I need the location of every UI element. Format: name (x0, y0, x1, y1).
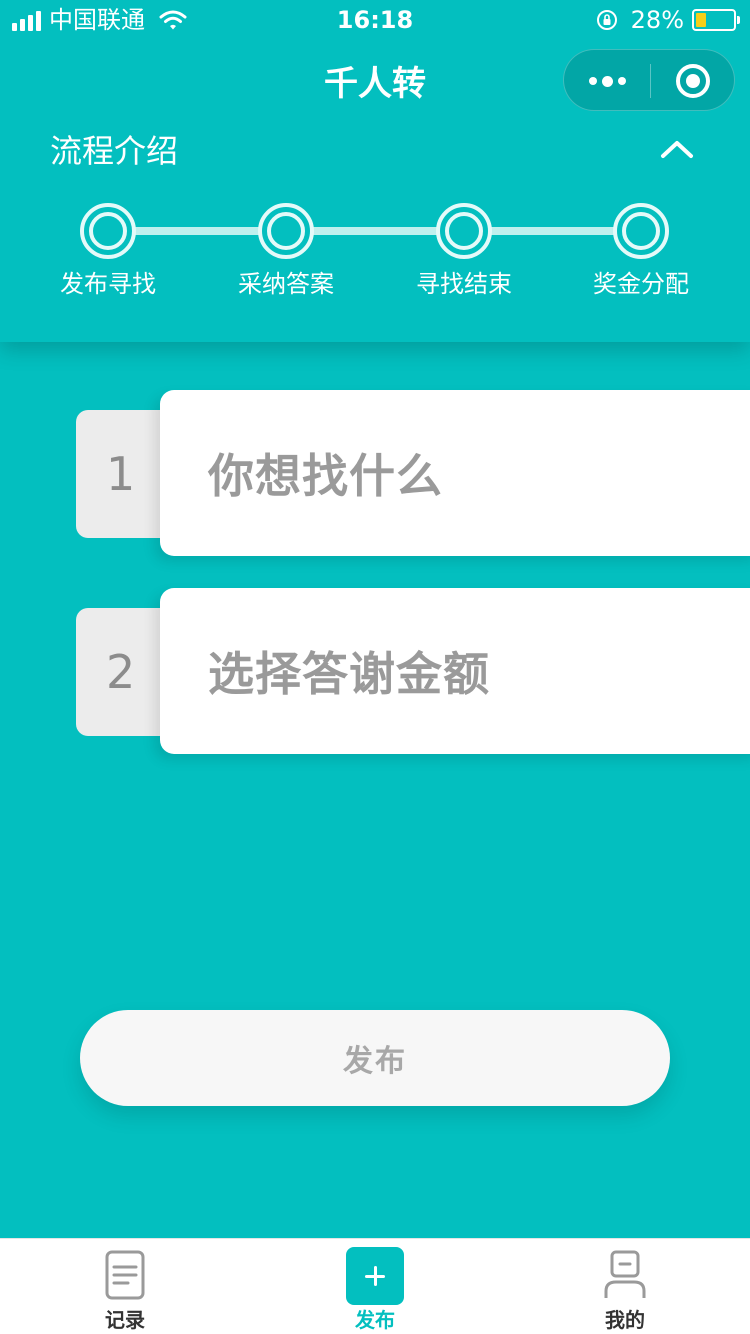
status-right: 28% (595, 6, 740, 34)
header-content: 中国联通 16:18 28% 千人转 流程介绍 发布寻找 采纳答案 寻找结束 奖… (0, 0, 750, 1334)
battery-icon (692, 9, 740, 31)
step-circle-icon (436, 203, 492, 259)
step-circle-icon (613, 203, 669, 259)
step-publish: 发布寻找 (38, 203, 178, 299)
step-label: 奖金分配 (593, 270, 689, 298)
close-miniapp-icon[interactable] (676, 64, 710, 98)
more-button[interactable] (564, 50, 650, 112)
status-bar: 中国联通 16:18 28% (0, 0, 750, 40)
battery-fill (696, 13, 706, 27)
step-label: 寻找结束 (416, 270, 512, 298)
step-circle-icon (258, 203, 314, 259)
more-dot-icon (617, 77, 626, 85)
step-finish: 寻找结束 (394, 203, 534, 299)
chevron-up-icon[interactable] (660, 134, 694, 164)
step-label: 发布寻找 (60, 270, 156, 298)
more-dot-icon (601, 75, 613, 87)
step-circle-icon (80, 203, 136, 259)
step-distribute: 奖金分配 (571, 203, 711, 299)
rotation-lock-icon (596, 10, 617, 30)
miniapp-capsule (563, 49, 735, 111)
step-label: 采纳答案 (238, 270, 334, 298)
more-dot-icon (588, 77, 597, 85)
step-accept: 采纳答案 (216, 203, 356, 299)
battery-percent: 28% (630, 6, 684, 34)
capsule-divider (650, 64, 651, 98)
process-title: 流程介绍 (50, 132, 179, 170)
steps-connector (108, 227, 641, 235)
